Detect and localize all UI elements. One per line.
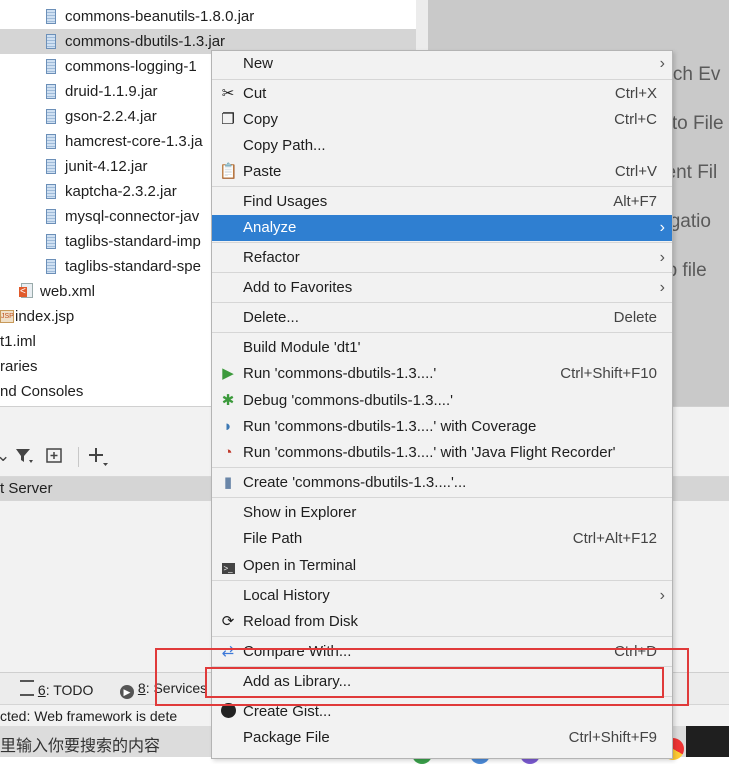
jar-file-icon (46, 84, 56, 99)
menu-item-new[interactable]: New › (212, 51, 672, 77)
chevron-right-icon: › (659, 219, 665, 236)
jar-file-icon (46, 159, 56, 174)
annotation-inner-box (205, 667, 664, 698)
xml-file-icon (19, 283, 33, 298)
menu-separator (212, 272, 672, 273)
paste-icon: 📋 (219, 163, 238, 180)
menu-item-build-module[interactable]: Build Module 'dt1' (212, 335, 672, 361)
menu-item-run-flight-recorder[interactable]: ◔ Run 'commons-dbutils-1.3....' with 'Ja… (212, 440, 672, 466)
reload-icon: ⟳ (221, 613, 235, 630)
jar-file-icon (46, 34, 56, 49)
chevron-right-icon: › (659, 249, 665, 266)
run-icon: ▶ (222, 365, 234, 382)
jar-file-icon (46, 59, 56, 74)
filter-icon[interactable] (14, 446, 34, 471)
menu-item-create-config[interactable]: ▮ Create 'commons-dbutils-1.3....'... (212, 470, 672, 496)
scissors-icon: ✂ (221, 85, 235, 102)
menu-separator (212, 497, 672, 498)
jar-file-icon (46, 9, 56, 24)
menu-item-open-in-terminal[interactable]: >_ Open in Terminal (212, 553, 672, 579)
jar-file-icon (46, 109, 56, 124)
collapse-icon[interactable]: ⌄ (0, 446, 10, 466)
coverage-icon: ◗ (223, 418, 233, 435)
menu-item-copy-path[interactable]: Copy Path... (212, 133, 672, 159)
toolbar-divider (78, 447, 79, 467)
menu-item-debug[interactable]: ✱ Debug 'commons-dbutils-1.3....' (212, 388, 672, 414)
menu-separator (212, 636, 672, 637)
menu-item-cut[interactable]: ✂ Cut Ctrl+X (212, 81, 672, 107)
list-icon (20, 680, 34, 696)
taskbar-search-input[interactable]: 里输入你要搜索的内容 (0, 732, 160, 756)
menu-separator (212, 302, 672, 303)
menu-item-reload-from-disk[interactable]: ⟳ Reload from Disk (212, 609, 672, 635)
menu-item-run-coverage[interactable]: ◗ Run 'commons-dbutils-1.3....' with Cov… (212, 414, 672, 440)
taskbar-active-app[interactable] (686, 726, 729, 757)
debug-icon: ✱ (221, 392, 235, 409)
menu-item-find-usages[interactable]: Find Usages Alt+F7 (212, 189, 672, 215)
jsp-file-icon: JSP (0, 310, 14, 323)
copy-icon: ❐ (221, 111, 235, 128)
menu-separator (212, 186, 672, 187)
menu-separator (212, 467, 672, 468)
profiler-icon: ◔ (223, 444, 233, 461)
menu-item-delete[interactable]: Delete... Delete (212, 305, 672, 331)
menu-separator (212, 580, 672, 581)
menu-item-add-to-favorites[interactable]: Add to Favorites › (212, 275, 672, 301)
jar-file-icon (46, 134, 56, 149)
chevron-right-icon: › (659, 279, 665, 296)
config-icon: ▮ (223, 474, 233, 491)
menu-item-analyze[interactable]: Analyze › (212, 215, 672, 241)
menu-separator (212, 332, 672, 333)
menu-item-run[interactable]: ▶ Run 'commons-dbutils-1.3....' Ctrl+Shi… (212, 361, 672, 387)
tree-item[interactable]: commons-beanutils-1.8.0.jar (0, 4, 416, 29)
chevron-right-icon: › (659, 55, 665, 72)
jar-file-icon (46, 234, 56, 249)
menu-item-copy[interactable]: ❐ Copy Ctrl+C (212, 107, 672, 133)
new-group-icon[interactable] (46, 446, 66, 471)
jar-file-icon (46, 209, 56, 224)
menu-item-package-file[interactable]: Package File Ctrl+Shift+F9 (212, 725, 672, 751)
menu-separator (212, 242, 672, 243)
chevron-right-icon: › (659, 587, 665, 604)
menu-item-show-in-explorer[interactable]: Show in Explorer (212, 500, 672, 526)
menu-item-local-history[interactable]: Local History › (212, 583, 672, 609)
menu-item-file-path[interactable]: File Path Ctrl+Alt+F12 (212, 526, 672, 552)
services-icon: ▶ (120, 685, 134, 699)
add-service-icon[interactable] (88, 446, 110, 473)
jar-file-icon (46, 259, 56, 274)
menu-item-refactor[interactable]: Refactor › (212, 245, 672, 271)
jar-file-icon (46, 184, 56, 199)
tab-todo[interactable]: 6: TODO (20, 680, 93, 698)
terminal-icon: >_ (221, 563, 235, 574)
menu-separator (212, 79, 672, 80)
menu-item-paste[interactable]: 📋 Paste Ctrl+V (212, 159, 672, 185)
